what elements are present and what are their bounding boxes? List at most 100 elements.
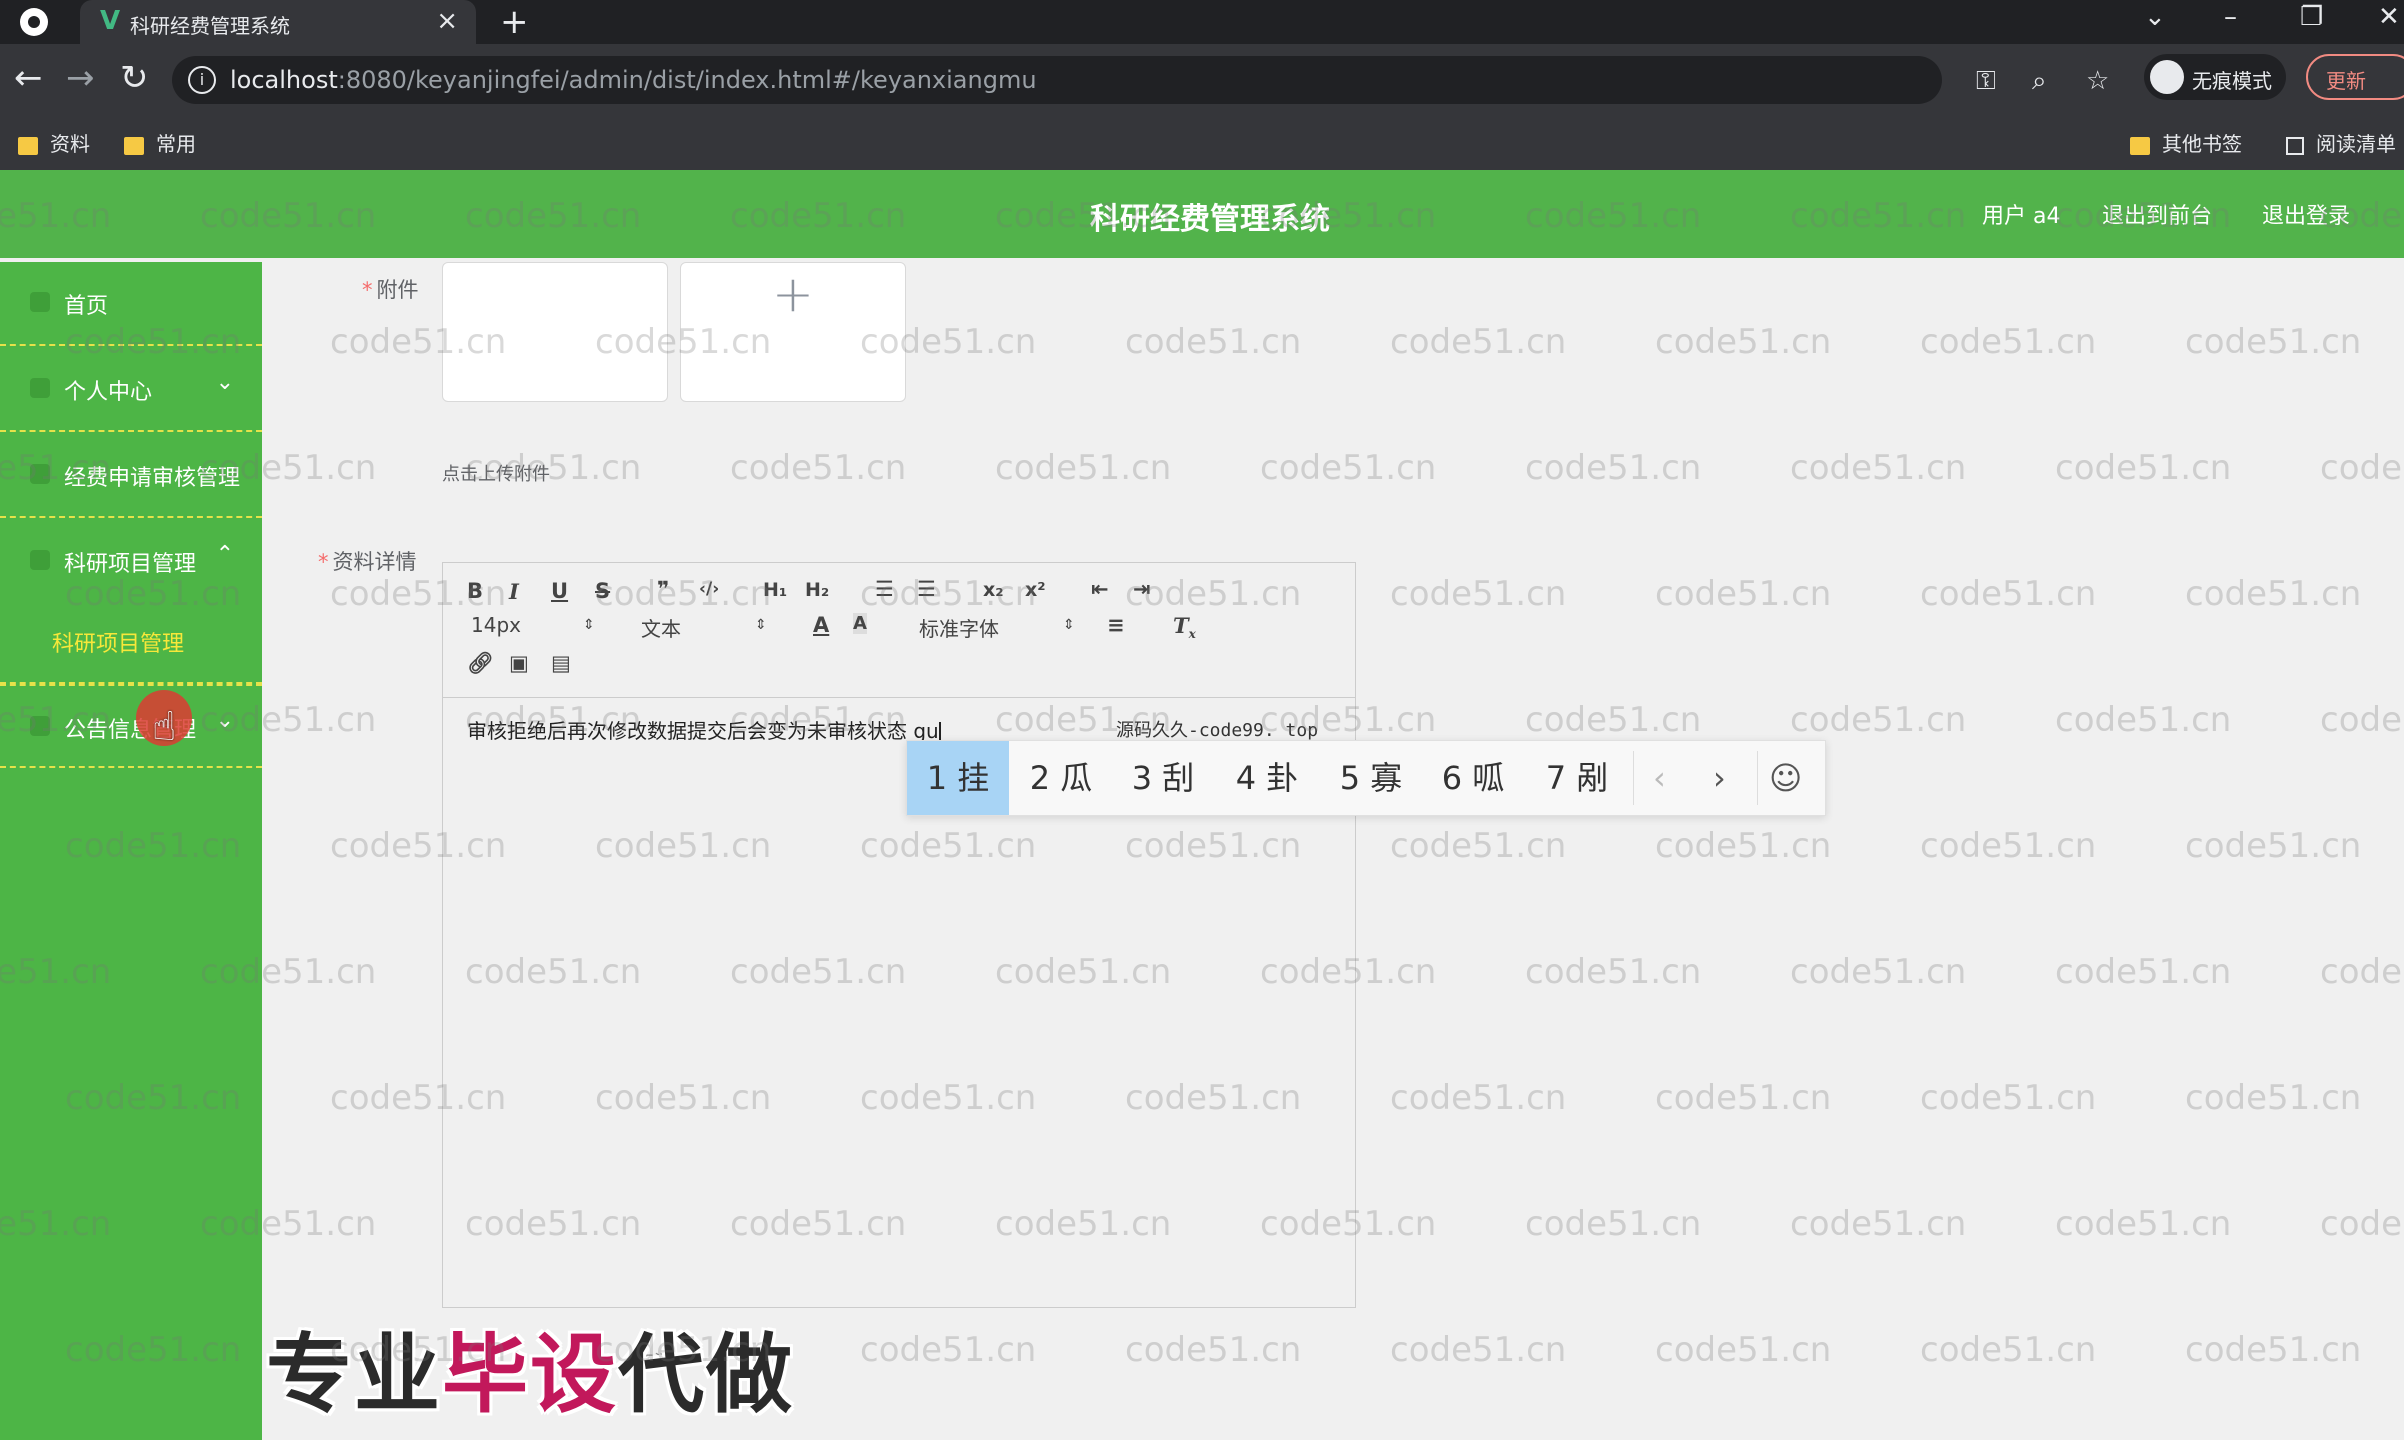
- watermark-text: code51.cn: [2185, 1078, 2362, 1118]
- ime-next-page-icon[interactable]: ›: [1713, 741, 1726, 815]
- header-select[interactable]: 文本 ⇕: [641, 613, 781, 642]
- reading-list[interactable]: 阅读清单: [2286, 128, 2396, 157]
- ime-candidate[interactable]: 5 寡: [1321, 741, 1421, 815]
- watermark-text: code51.cn: [2320, 952, 2404, 992]
- reload-icon[interactable]: ↻: [120, 58, 149, 98]
- folder-icon: [18, 136, 38, 155]
- exit-to-front-link[interactable]: 退出到前台: [2102, 198, 2212, 230]
- sidebar-subitem-research-projects[interactable]: 科研项目管理: [52, 626, 184, 658]
- minimize-icon[interactable]: –: [2224, 2, 2237, 32]
- watermark-text: code51.cn: [1790, 700, 1967, 740]
- bullet-list-icon[interactable]: ☰: [917, 577, 936, 601]
- code-block-icon[interactable]: ‹/›: [699, 579, 719, 599]
- rich-text-editor[interactable]: B I U S ❞ ‹/› H₁ H₂ ☰ ☰ x₂ x² ⇤ ⇥ 14px ⇕ …: [442, 562, 1356, 1308]
- address-bar: ← → ↻ i localhost:8080/keyanjingfei/admi…: [0, 44, 2404, 116]
- watermark-text: code51.cn: [1125, 1330, 1302, 1370]
- logout-link[interactable]: 退出登录: [2262, 198, 2350, 230]
- uploaded-file-thumbnail[interactable]: [442, 262, 668, 402]
- detail-label: * 资料详情: [318, 550, 417, 574]
- update-button[interactable]: 更新: [2306, 54, 2404, 100]
- align-icon[interactable]: ≡: [1107, 613, 1125, 637]
- watermark-text: code51.cn: [1390, 574, 1567, 614]
- watermark-text: code51.cn: [1125, 322, 1302, 362]
- ordered-list-icon[interactable]: ☰: [875, 577, 894, 601]
- ime-candidate[interactable]: 2 瓜: [1011, 741, 1111, 815]
- sidebar-item-home[interactable]: 首页: [0, 262, 262, 346]
- update-label: 更新: [2326, 69, 2366, 93]
- window-close-icon[interactable]: ✕: [2378, 2, 2400, 32]
- heading2-icon[interactable]: H₂: [805, 579, 829, 601]
- key-icon[interactable]: ⚿: [1976, 66, 1996, 97]
- bookmark-folder-ziliao[interactable]: 资料: [18, 128, 90, 157]
- sidebar-item-personal-center[interactable]: 个人中心 ⌄: [0, 348, 262, 432]
- superscript-icon[interactable]: x²: [1025, 579, 1046, 601]
- watermark-text: code51.cn: [2185, 826, 2362, 866]
- reading-list-icon: [2286, 136, 2304, 155]
- other-bookmarks[interactable]: 其他书签: [2130, 128, 2242, 157]
- site-info-icon[interactable]: i: [188, 66, 216, 94]
- ime-candidate[interactable]: 4 卦: [1217, 741, 1317, 815]
- ime-candidate[interactable]: 7 剐: [1527, 741, 1627, 815]
- bookmark-folder-changyong[interactable]: 常用: [124, 128, 196, 157]
- new-tab-icon[interactable]: +: [500, 2, 529, 42]
- background-color-icon[interactable]: A: [853, 613, 867, 634]
- font-family-select[interactable]: 标准字体 ⇕: [919, 613, 1075, 642]
- watermark-text: code51.cn: [1655, 1078, 1832, 1118]
- forward-icon[interactable]: →: [66, 58, 95, 98]
- link-icon[interactable]: 🔗︎: [467, 651, 494, 676]
- browser-tab[interactable]: V 科研经费管理系统 ×: [80, 0, 476, 44]
- ime-candidate[interactable]: 3 刮: [1113, 741, 1213, 815]
- ime-prev-page-icon[interactable]: ‹: [1653, 741, 1666, 815]
- strikethrough-icon[interactable]: S: [595, 579, 610, 603]
- watermark-text: code51.cn: [1390, 1078, 1567, 1118]
- bold-icon[interactable]: B: [467, 579, 483, 603]
- app-title: 科研经费管理系统: [1090, 202, 1330, 237]
- upload-tip: 点击上传附件: [442, 464, 550, 485]
- menu-icon: [30, 464, 50, 484]
- font-color-icon[interactable]: A: [813, 613, 829, 637]
- heading1-icon[interactable]: H₁: [763, 579, 787, 601]
- indent-icon[interactable]: ⇥: [1133, 577, 1151, 601]
- vue-favicon-icon: V: [100, 6, 121, 36]
- url-input[interactable]: i localhost:8080/keyanjingfei/admin/dist…: [172, 56, 2109, 104]
- user-icon: [30, 378, 50, 398]
- incognito-icon: [2150, 60, 2184, 94]
- ime-emoji-icon[interactable]: ☺: [1769, 741, 1802, 815]
- watermark-text: code51.cn: [1790, 1204, 1967, 1244]
- watermark-text: code51.cn: [2185, 322, 2362, 362]
- zoom-icon[interactable]: ⌕: [2032, 66, 2047, 97]
- browser-menu-icon[interactable]: [20, 8, 48, 36]
- tab-close-icon[interactable]: ×: [436, 6, 458, 36]
- ad-overlay-text: 专业毕设代做: [266, 1325, 794, 1425]
- ime-candidate[interactable]: 1 挂: [907, 741, 1009, 815]
- sidebar-item-research-projects[interactable]: 科研项目管理 ⌃: [0, 520, 262, 684]
- watermark-text: code51.cn: [1390, 826, 1567, 866]
- ime-candidate-window: 1 挂 2 瓜 3 刮 4 卦 5 寡 6 呱 7 剐 ‹ › ☺: [906, 740, 1826, 816]
- blockquote-icon[interactable]: ❞: [657, 577, 669, 601]
- editor-toolbar: B I U S ❞ ‹/› H₁ H₂ ☰ ☰ x₂ x² ⇤ ⇥ 14px ⇕ …: [443, 563, 1355, 698]
- underline-icon[interactable]: U: [551, 579, 568, 603]
- browser-tab-strip: V 科研经费管理系统 × + ⌄ – ❐ ✕: [0, 0, 2404, 44]
- image-icon[interactable]: ▣: [509, 651, 529, 675]
- bookmark-star-icon[interactable]: ☆: [2086, 66, 2109, 96]
- subscript-icon[interactable]: x₂: [983, 579, 1004, 601]
- sidebar-item-funding-review[interactable]: 经费申请审核管理: [0, 434, 262, 518]
- font-size-select[interactable]: 14px ⇕: [471, 613, 595, 637]
- video-icon[interactable]: ▤: [551, 651, 571, 675]
- tab-search-chevron-icon[interactable]: ⌄: [2144, 2, 2166, 32]
- watermark-text: code51.cn: [1390, 1330, 1567, 1370]
- plus-icon: +: [772, 265, 814, 323]
- ime-candidate[interactable]: 6 呱: [1423, 741, 1523, 815]
- bookmarks-bar: 资料 常用 其他书签 阅读清单: [0, 116, 2404, 171]
- watermark-text: code51.cn: [2055, 448, 2232, 488]
- watermark-text: code51.cn: [2055, 1204, 2232, 1244]
- editor-content[interactable]: 审核拒绝后再次修改数据提交后会变为未审核状态 gu: [467, 715, 941, 744]
- outdent-icon[interactable]: ⇤: [1091, 577, 1109, 601]
- sidebar-item-announcements[interactable]: 公告信息管理 ⌄: [0, 684, 262, 768]
- back-icon[interactable]: ←: [14, 58, 43, 98]
- incognito-badge[interactable]: 无痕模式: [2144, 54, 2286, 100]
- restore-icon[interactable]: ❐: [2300, 2, 2323, 32]
- upload-button[interactable]: +: [680, 262, 906, 402]
- italic-icon[interactable]: I: [509, 579, 519, 604]
- clear-format-icon[interactable]: Tx: [1173, 613, 1196, 641]
